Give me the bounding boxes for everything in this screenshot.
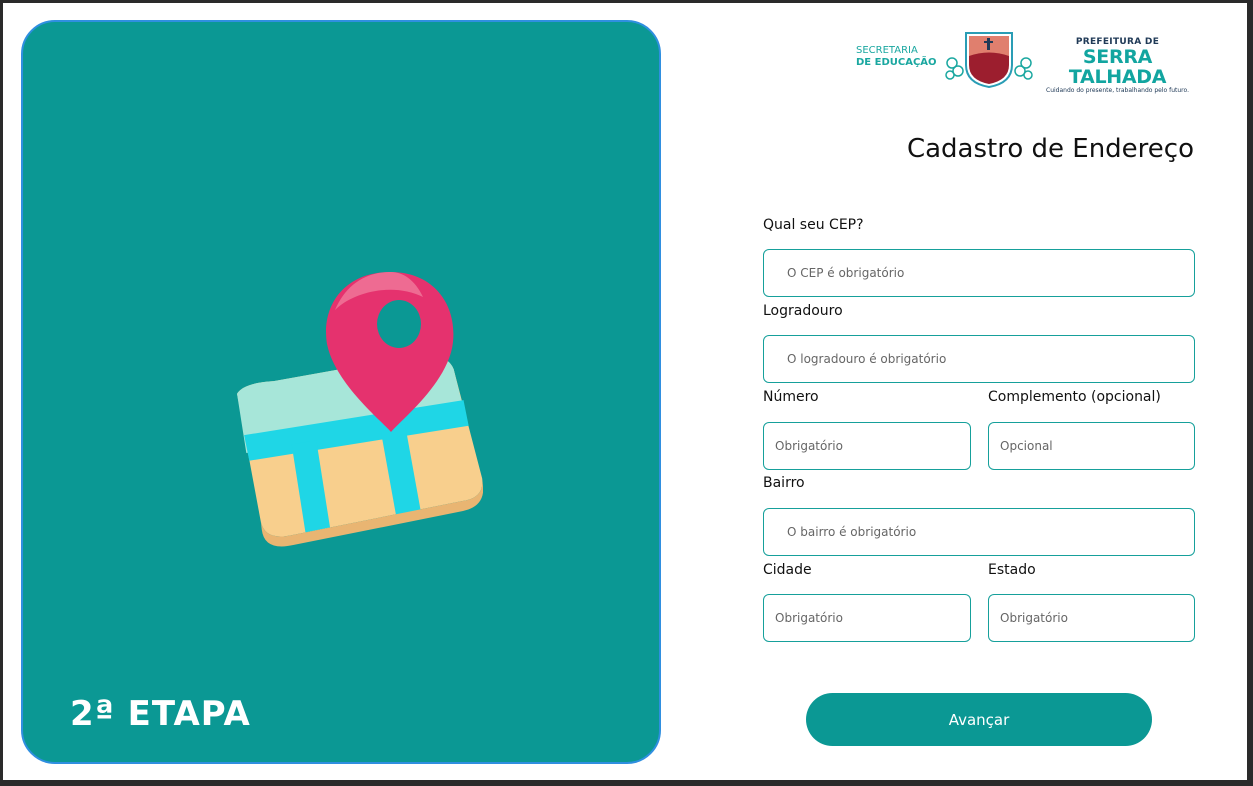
cep-label: Qual seu CEP?	[763, 217, 864, 233]
step-label: 2ª ETAPA	[70, 694, 251, 734]
prefeitura-slogan: Cuidando do presente, trabalhando pelo f…	[1046, 87, 1189, 94]
secretaria-line1: SECRETARIA	[856, 45, 918, 56]
numero-label: Número	[763, 389, 819, 405]
prefeitura-label: PREFEITURA DE SERRA TALHADA Cuidando do …	[1039, 37, 1196, 94]
secretaria-line2: DE EDUCAÇÃO	[856, 57, 937, 68]
numero-field	[763, 422, 971, 470]
cidade-label: Cidade	[763, 562, 812, 578]
complemento-label: Complemento (opcional)	[988, 389, 1161, 405]
complemento-input[interactable]	[989, 423, 1194, 469]
cidade-field	[763, 594, 971, 642]
submit-button[interactable]: Avançar	[806, 693, 1152, 746]
cep-field	[763, 249, 1195, 297]
hero-panel: 2ª ETAPA	[21, 20, 661, 764]
numero-input[interactable]	[764, 423, 970, 469]
estado-input[interactable]	[989, 595, 1194, 641]
crest-icon	[945, 32, 1033, 89]
bairro-input[interactable]	[764, 509, 1194, 555]
cidade-input[interactable]	[764, 595, 970, 641]
complemento-field	[988, 422, 1195, 470]
header-logo: SECRETARIA DE EDUCAÇÃO PREFEITURA DE SER…	[856, 27, 1196, 94]
estado-field	[988, 594, 1195, 642]
page-title: Cadastro de Endereço	[906, 134, 1194, 164]
secretaria-label: SECRETARIA DE EDUCAÇÃO	[856, 45, 937, 69]
bairro-field	[763, 508, 1195, 556]
cep-input[interactable]	[764, 250, 1194, 296]
prefeitura-name: SERRA TALHADA	[1068, 46, 1167, 88]
logradouro-label: Logradouro	[763, 303, 843, 319]
logradouro-field	[763, 335, 1195, 383]
app-window: 2ª ETAPA SECRETARIA DE EDUCAÇÃO PREFEITU…	[3, 3, 1247, 780]
bairro-label: Bairro	[763, 475, 805, 491]
estado-label: Estado	[988, 562, 1036, 578]
map-pin-icon	[237, 272, 483, 547]
logradouro-input[interactable]	[764, 336, 1194, 382]
